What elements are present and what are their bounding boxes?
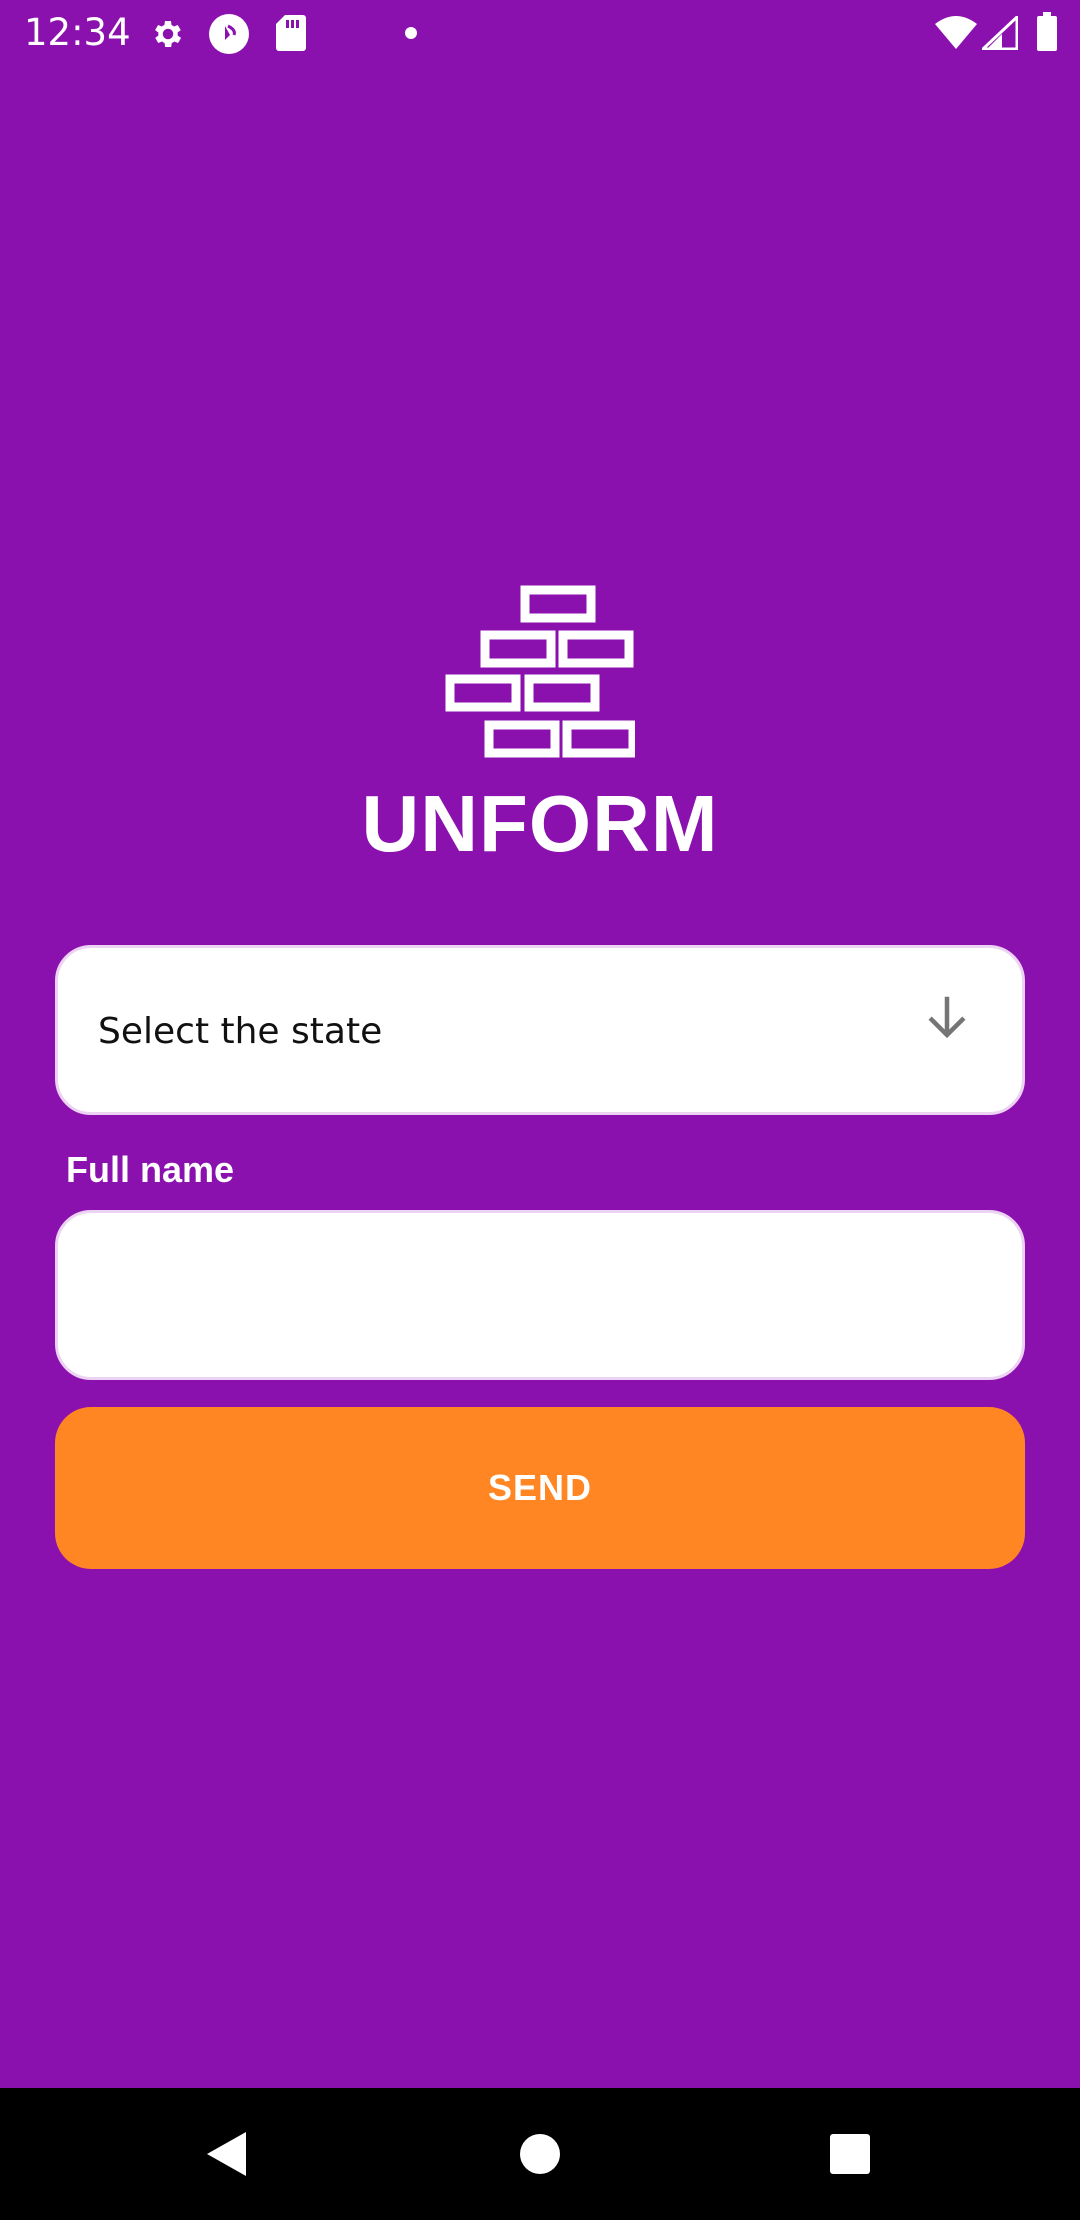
send-button[interactable]: SEND bbox=[55, 1407, 1025, 1569]
full-name-label: Full name bbox=[66, 1149, 235, 1190]
app-logo: UNFORM bbox=[0, 585, 1080, 869]
notification-dot-icon bbox=[405, 27, 417, 39]
back-icon bbox=[207, 2132, 246, 2176]
arrow-down-icon bbox=[928, 996, 966, 1039]
signal-icon bbox=[982, 16, 1018, 50]
sd-card-icon bbox=[276, 15, 306, 51]
state-select-label: Select the state bbox=[98, 1011, 383, 1052]
full-name-input[interactable] bbox=[55, 1210, 1025, 1380]
recents-icon bbox=[830, 2134, 870, 2174]
battery-icon bbox=[1037, 12, 1057, 51]
back-button[interactable] bbox=[146, 2088, 306, 2220]
state-select[interactable]: Select the state bbox=[55, 945, 1025, 1115]
status-time: 12:34 bbox=[24, 11, 131, 54]
status-bar: 12:34 bbox=[0, 0, 1080, 66]
navigation-bar bbox=[0, 2088, 1080, 2220]
app-name: UNFORM bbox=[361, 779, 719, 868]
gear-icon bbox=[155, 20, 182, 48]
recents-button[interactable] bbox=[770, 2088, 930, 2220]
play-protect-icon bbox=[209, 14, 249, 54]
wifi-icon bbox=[935, 16, 977, 49]
home-button[interactable] bbox=[460, 2088, 620, 2220]
bricks-icon bbox=[445, 585, 635, 758]
home-icon bbox=[520, 2134, 560, 2174]
